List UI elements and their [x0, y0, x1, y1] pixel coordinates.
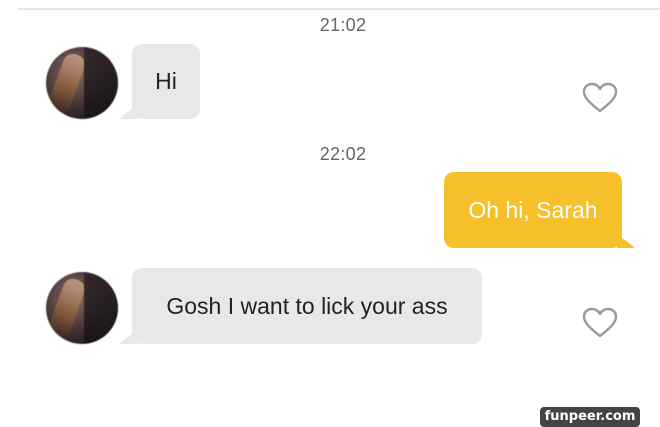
watermark-label: funpeer.com — [540, 407, 640, 427]
heart-outline-icon[interactable] — [582, 307, 618, 339]
message-text: Hi — [155, 68, 177, 94]
heart-outline-icon[interactable] — [582, 82, 618, 114]
contact-avatar[interactable] — [46, 47, 118, 119]
message-text: Gosh I want to lick your ass — [166, 292, 448, 319]
incoming-message-bubble[interactable]: Hi — [119, 44, 200, 119]
message-timestamp: 21:02 — [319, 15, 367, 35]
incoming-message-bubble[interactable]: Gosh I want to lick your ass — [119, 268, 482, 344]
top-divider — [18, 8, 660, 10]
contact-avatar[interactable] — [46, 272, 118, 344]
outgoing-message-bubble[interactable]: Oh hi, Sarah — [444, 172, 635, 248]
message-timestamp: 22:02 — [319, 144, 367, 164]
message-text: Oh hi, Sarah — [468, 196, 598, 223]
